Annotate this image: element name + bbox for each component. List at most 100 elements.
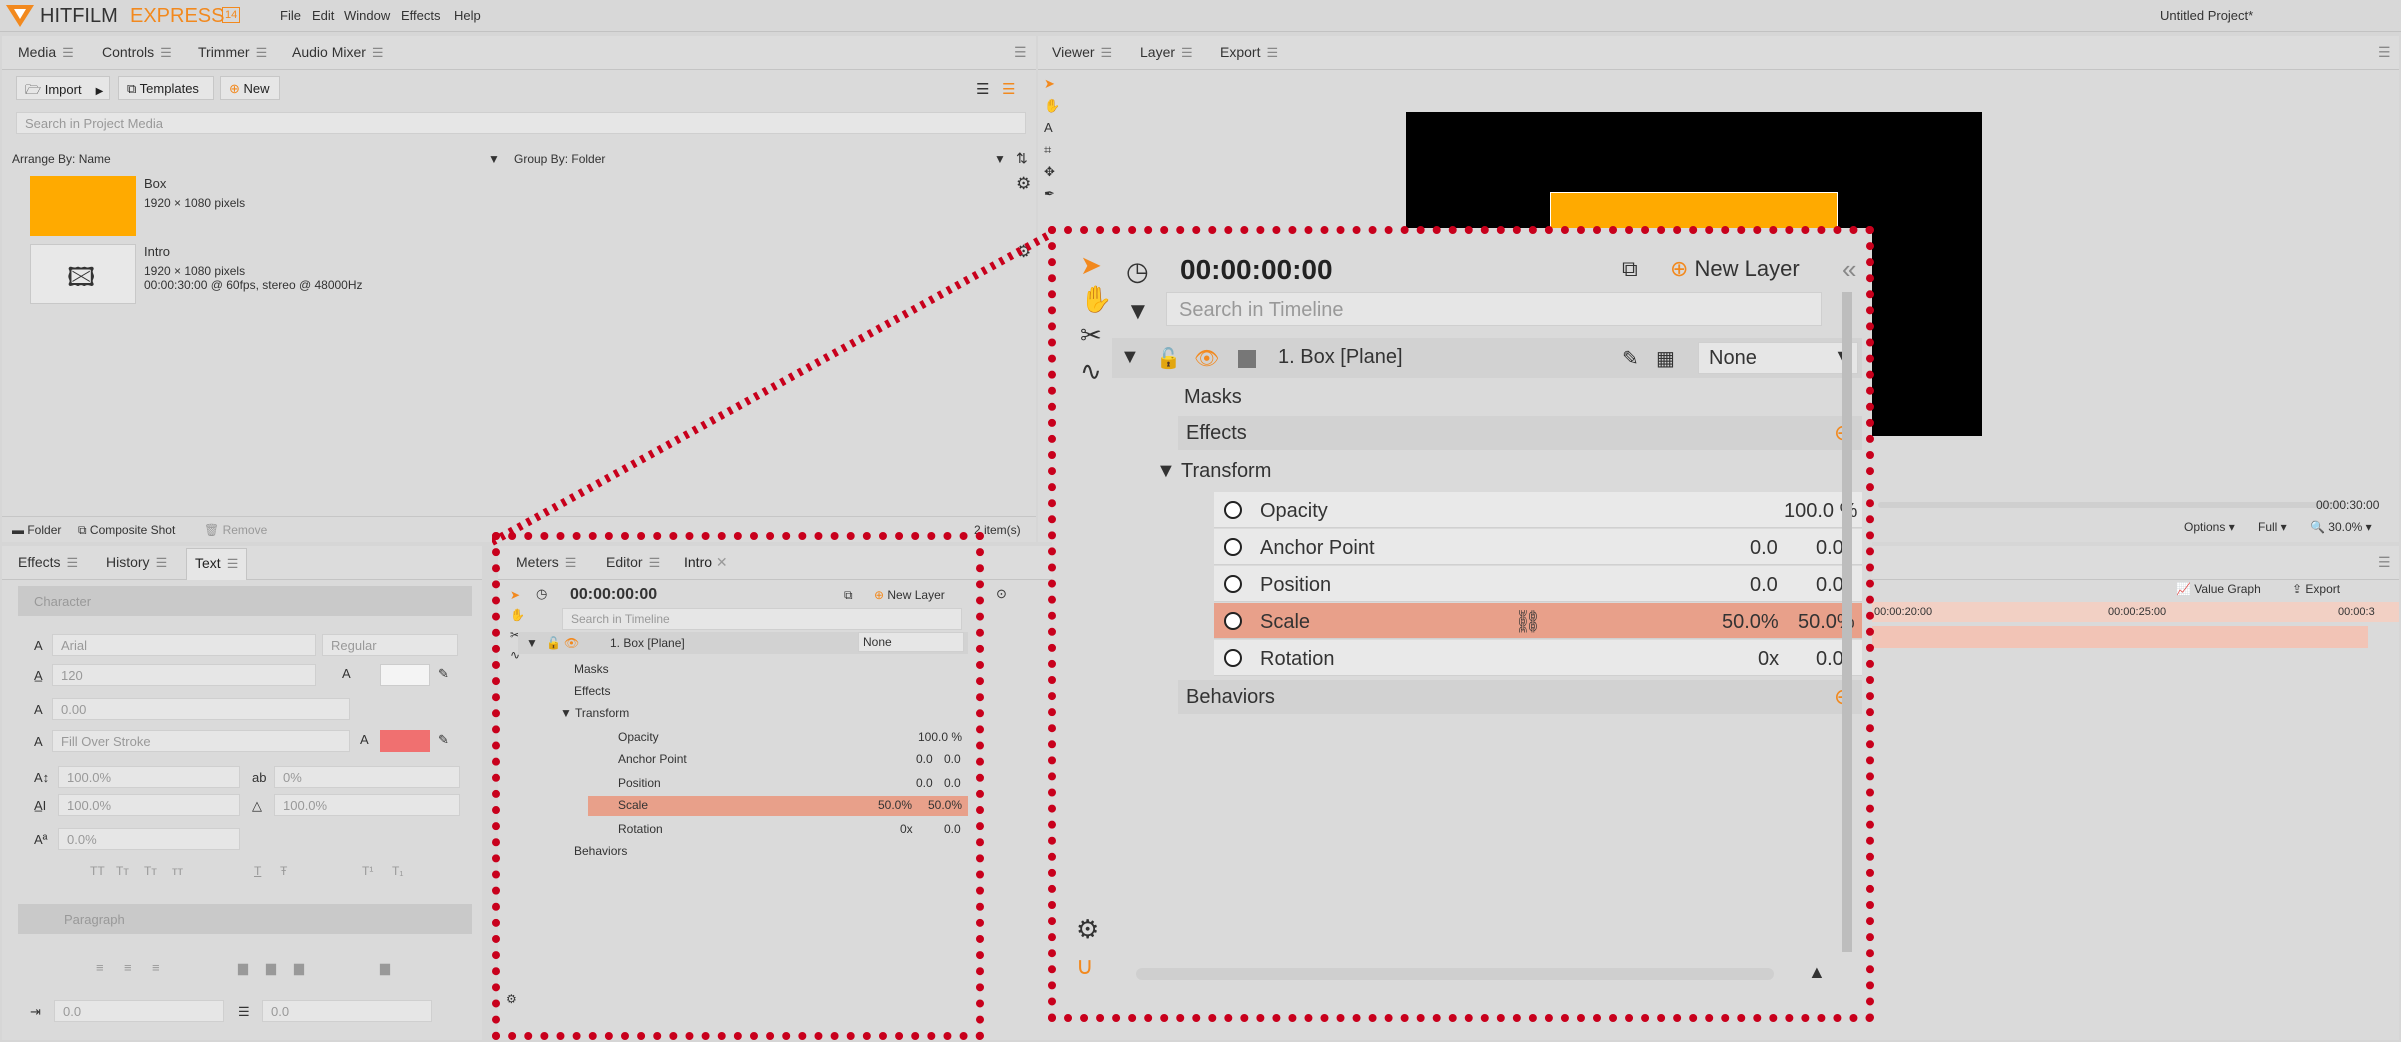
arrange-by-select[interactable]: Arrange By: Name <box>12 152 111 166</box>
indent-field[interactable]: 0.0 <box>54 1000 224 1022</box>
lowercase-button[interactable]: тт <box>172 864 183 878</box>
media-item-name: Intro <box>144 244 171 259</box>
style-select[interactable]: Regular <box>322 634 458 656</box>
title-caps-button[interactable]: Tт <box>144 864 157 878</box>
list-view-icon[interactable]: ☰ <box>976 80 989 98</box>
text-tool-icon[interactable]: A <box>1044 120 1053 135</box>
tab-layer[interactable]: Layer ☰ <box>1140 44 1193 61</box>
horizontal-scale-field[interactable]: 100.0% <box>58 766 240 788</box>
menu-file[interactable]: File <box>280 8 301 23</box>
eyedropper-icon[interactable]: ✎ <box>438 666 449 682</box>
arrange-dropdown-icon[interactable]: ▼ <box>488 152 500 166</box>
vertical-scale-field[interactable]: 100.0% <box>58 794 240 816</box>
tab-media[interactable]: Media ☰ <box>18 44 74 61</box>
viewer-panel-tabs: Viewer ☰ Layer ☰ Export ☰ ☰ <box>1038 36 2399 70</box>
rotation-icon: △ <box>252 798 262 813</box>
group-dropdown-icon[interactable]: ▼ <box>994 152 1006 166</box>
stroke-color-swatch[interactable] <box>380 730 430 752</box>
menu-icon: ☰ <box>371 45 384 60</box>
menu-icon: ☰ <box>1100 45 1113 60</box>
move-tool-icon[interactable]: ✥ <box>1044 164 1055 180</box>
all-caps-button[interactable]: TT <box>90 864 105 878</box>
select-tool-icon[interactable]: ➤ <box>1044 76 1055 92</box>
rotation-field[interactable]: 100.0% <box>274 794 460 816</box>
text-color-icon: A <box>342 666 351 681</box>
tab-audio-mixer[interactable]: Audio Mixer ☰ <box>292 44 384 61</box>
options-dropdown[interactable]: Options ▾ <box>2184 520 2235 534</box>
timeline-export-button[interactable]: ⇪ Export <box>2292 582 2340 596</box>
baseline-icon: Aª <box>34 832 48 847</box>
align-right-icon[interactable]: ≡ <box>152 960 160 975</box>
horizontal-scale-icon: A↕ <box>34 770 50 785</box>
tab-export[interactable]: Export ☰ <box>1220 44 1278 61</box>
sort-icon[interactable]: ⇅ <box>1016 150 1028 167</box>
media-item-box[interactable]: Box 1920 × 1080 pixels <box>30 176 430 238</box>
composite-shot-icon: 🖾 <box>67 262 96 292</box>
new-button[interactable]: ⊕ New <box>220 76 280 100</box>
quality-dropdown[interactable]: Full ▾ <box>2258 520 2287 534</box>
justify-right-icon[interactable]: ▆ <box>294 960 304 976</box>
small-caps-button[interactable]: Tт <box>116 864 129 878</box>
timeline-scrubber[interactable] <box>1878 502 2344 508</box>
text-color-swatch[interactable] <box>380 664 430 686</box>
tab-text[interactable]: Text ☰ <box>186 548 248 580</box>
pen-tool-icon[interactable]: ✒ <box>1044 186 1055 202</box>
tab-effects[interactable]: Effects ☰ <box>18 554 78 571</box>
justify-all-icon[interactable]: ▆ <box>380 960 390 976</box>
transform-tool-icon[interactable]: ⌗ <box>1044 142 1051 158</box>
subscript-button[interactable]: T₁ <box>392 864 403 878</box>
media-search-input[interactable]: Search in Project Media <box>16 112 1026 134</box>
justify-left-icon[interactable]: ▆ <box>238 960 248 976</box>
tab-viewer[interactable]: Viewer ☰ <box>1052 44 1112 61</box>
menu-edit[interactable]: Edit <box>312 8 334 23</box>
menu-effects[interactable]: Effects <box>401 8 441 23</box>
zoom-dropdown[interactable]: 🔍 30.0% ▾ <box>2310 520 2372 534</box>
gear-icon[interactable]: ⚙ <box>1016 174 1031 194</box>
font-size-field[interactable]: 120 <box>52 664 316 686</box>
panel-menu-icon[interactable]: ☰ <box>2378 44 2391 61</box>
align-left-icon[interactable]: ≡ <box>96 960 104 975</box>
paragraph-header[interactable]: Paragraph <box>18 904 472 934</box>
detail-view-icon[interactable]: ☰ <box>1002 80 1015 98</box>
skew-field[interactable]: 0% <box>274 766 460 788</box>
hand-tool-icon[interactable]: ✋ <box>1044 98 1060 114</box>
ruler-tick: 00:00:3 <box>2338 606 2375 618</box>
app-version-badge: 14 <box>222 7 241 23</box>
underline-button[interactable]: T <box>254 864 261 878</box>
spacing-field[interactable]: 0.0 <box>262 1000 432 1022</box>
group-by-select[interactable]: Group By: Folder <box>514 152 605 166</box>
strikethrough-button[interactable]: Ŧ <box>280 864 287 878</box>
templates-button[interactable]: ⧉ Templates <box>118 76 214 100</box>
baseline-field[interactable]: 0.0% <box>58 828 240 850</box>
tab-history[interactable]: History ☰ <box>106 554 167 571</box>
panel-menu-icon[interactable]: ☰ <box>1014 44 1027 61</box>
media-item-intro[interactable]: 🖾 Intro 1920 × 1080 pixels 00:00:30:00 @… <box>30 244 430 306</box>
menu-icon: ☰ <box>226 556 239 571</box>
menu-window[interactable]: Window <box>344 8 390 23</box>
menu-help[interactable]: Help <box>454 8 481 23</box>
align-center-icon[interactable]: ≡ <box>124 960 132 975</box>
superscript-button[interactable]: T¹ <box>362 864 373 878</box>
folder-icon: 🗁 <box>25 82 45 97</box>
character-header[interactable]: Character <box>18 586 472 616</box>
tab-trimmer[interactable]: Trimmer ☰ <box>198 44 267 61</box>
justify-center-icon[interactable]: ▆ <box>266 960 276 976</box>
layer-track[interactable] <box>1868 626 2368 648</box>
project-title: Untitled Project* <box>2160 8 2254 23</box>
vertical-scale-icon: A̲I <box>34 798 47 813</box>
new-folder-button[interactable]: ▬ Folder <box>12 523 61 537</box>
import-button[interactable]: 🗁 Import ▶ <box>16 76 110 100</box>
tracking-field[interactable]: 0.00 <box>52 698 350 720</box>
skew-icon: ab <box>252 770 267 785</box>
callout-frame-zoomed <box>1048 226 1874 1022</box>
playback-icon[interactable]: ⊙ <box>996 586 1007 602</box>
tab-controls[interactable]: Controls ☰ <box>102 44 172 61</box>
templates-icon: ⧉ <box>127 81 140 96</box>
panel-menu-icon[interactable]: ☰ <box>2378 554 2391 571</box>
value-graph-button[interactable]: 📈 Value Graph <box>2176 582 2261 596</box>
eyedropper-icon[interactable]: ✎ <box>438 732 449 748</box>
remove-button[interactable]: 🗑 Remove <box>204 523 267 537</box>
new-composite-button[interactable]: ⧉ Composite Shot <box>78 523 175 538</box>
fill-mode-select[interactable]: Fill Over Stroke <box>52 730 350 752</box>
font-select[interactable]: Arial <box>52 634 316 656</box>
